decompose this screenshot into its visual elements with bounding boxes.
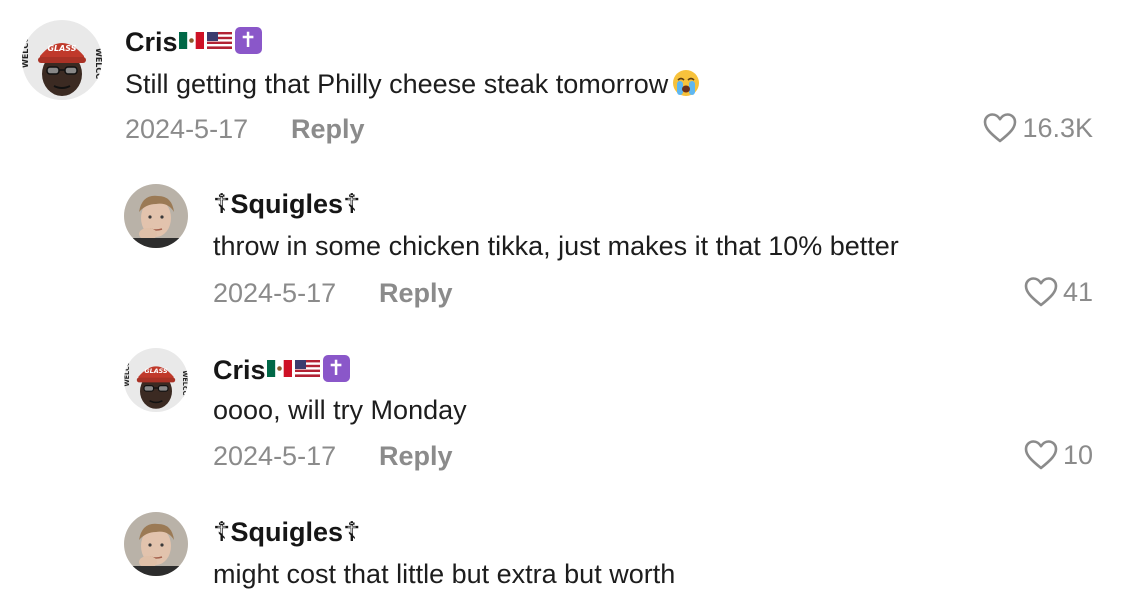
user-badges: ✝ (178, 27, 262, 54)
svg-text:GLASS: GLASS (47, 44, 76, 53)
comment-date: 2024-5-17 (125, 114, 249, 144)
comment-text: oooo, will try Monday (213, 395, 467, 425)
username[interactable]: ☦Squigles☦ (213, 191, 361, 218)
like-button[interactable]: 10 (1023, 439, 1093, 471)
avatar[interactable] (124, 184, 188, 248)
mexico-flag-icon (178, 32, 204, 49)
avatar[interactable]: WELCOME WELCOME GLASS (124, 348, 188, 412)
loudly-crying-face-icon (672, 69, 700, 97)
like-count: 10 (1062, 439, 1093, 470)
svg-text:WELCOME: WELCOME (94, 48, 102, 93)
like-count: 41 (1062, 276, 1093, 307)
comment-date: 2024-5-17 (213, 278, 337, 308)
reply-button[interactable]: Reply (291, 116, 365, 143)
avatar[interactable]: WELCOME WELCOME GLASS (22, 20, 102, 100)
username-text: Squigles (230, 189, 344, 219)
heart-outline-icon (1024, 440, 1058, 470)
usa-flag-icon (294, 360, 320, 377)
like-button[interactable]: 16.3K (982, 112, 1093, 144)
username[interactable]: ☦Squigles☦ (213, 519, 361, 546)
comment-text-content: Still getting that Philly cheese steak t… (125, 69, 669, 99)
comment-date: 2024-5-17 (213, 441, 337, 471)
username-text: Cris (125, 27, 178, 57)
name-decoration-icon: ☦ (213, 517, 231, 547)
svg-text:GLASS: GLASS (144, 367, 168, 375)
reply-button[interactable]: Reply (379, 280, 453, 307)
like-button[interactable]: 41 (1023, 276, 1093, 308)
svg-text:WELCOME: WELCOME (124, 350, 131, 386)
latin-cross-icon: ✝ (234, 27, 262, 54)
username[interactable]: Cris ✝ (213, 355, 350, 384)
like-count: 16.3K (1022, 112, 1093, 143)
reply-button[interactable]: Reply (379, 443, 453, 470)
svg-text:WELCOME: WELCOME (181, 370, 188, 406)
username-text: Squigles (230, 517, 344, 547)
username[interactable]: Cris ✝ (125, 27, 262, 56)
heart-outline-icon (984, 113, 1017, 143)
user-badges: ✝ (266, 355, 350, 382)
latin-cross-icon: ✝ (322, 355, 350, 382)
heart-outline-icon (1024, 277, 1058, 307)
usa-flag-icon (206, 32, 232, 49)
avatar[interactable] (124, 512, 188, 576)
mexico-flag-icon (266, 360, 292, 377)
comment-text: might cost that little but extra but wor… (213, 559, 676, 589)
comment-text: Still getting that Philly cheese steak t… (125, 69, 700, 98)
name-decoration-icon: ☦ (343, 189, 361, 219)
comment-text: throw in some chicken tikka, just makes … (213, 231, 899, 261)
svg-text:WELCOME: WELCOME (22, 23, 30, 68)
name-decoration-icon: ☦ (343, 517, 361, 547)
name-decoration-icon: ☦ (213, 189, 231, 219)
username-text: Cris (213, 355, 266, 385)
